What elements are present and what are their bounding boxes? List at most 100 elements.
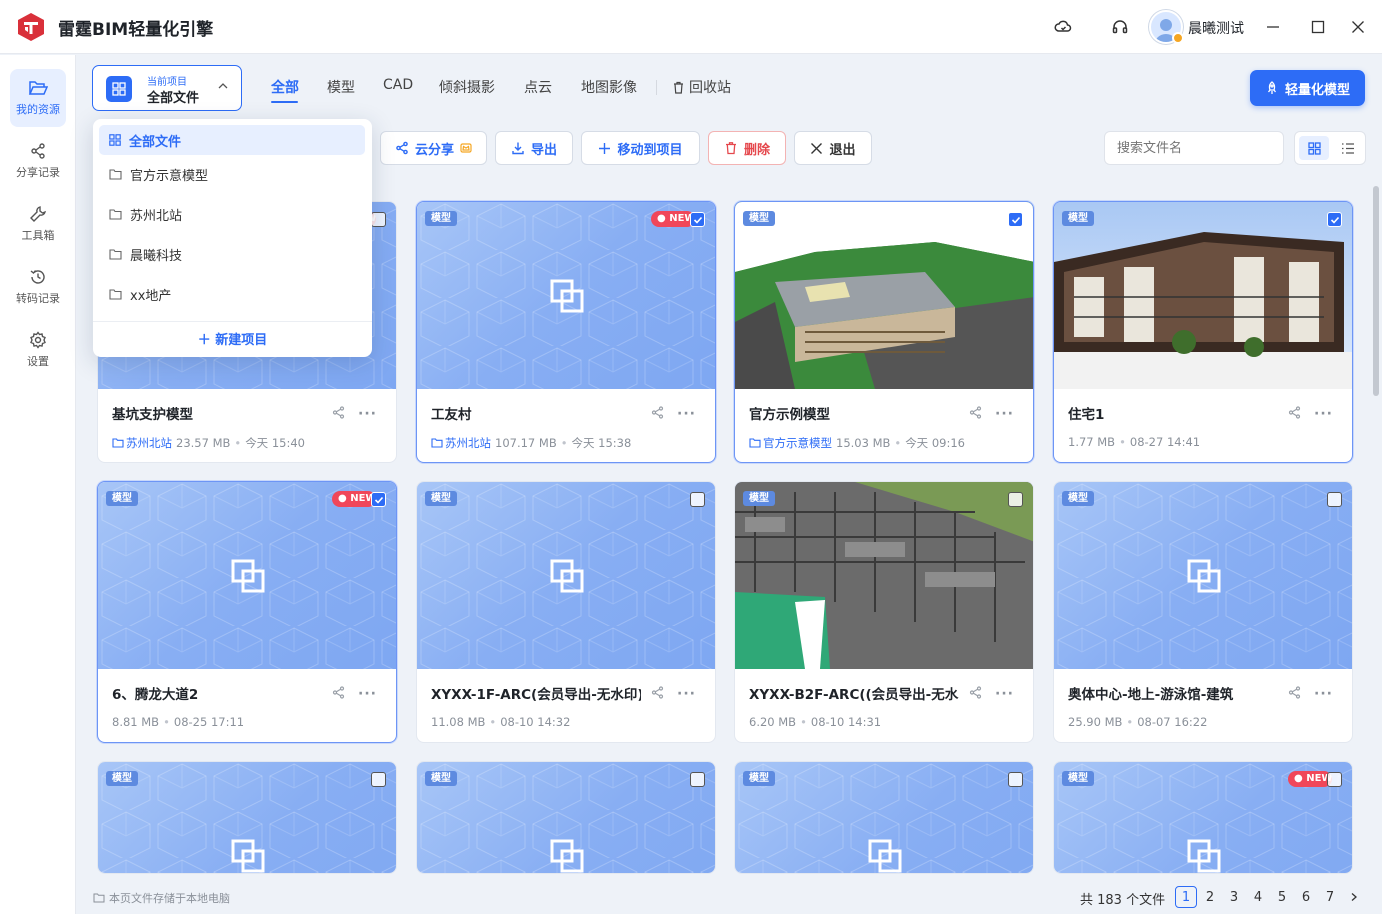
file-title[interactable]: 官方示例模型 <box>749 403 959 423</box>
share-icon[interactable] <box>1288 686 1301 699</box>
file-thumbnail[interactable]: 模型 <box>1054 202 1352 389</box>
select-checkbox[interactable] <box>1327 772 1342 787</box>
sidebar-item-my-resources[interactable]: 我的资源 <box>10 69 66 127</box>
file-thumbnail[interactable]: 模型 <box>735 482 1033 669</box>
select-checkbox[interactable] <box>690 772 705 787</box>
tab-map-imagery[interactable]: 地图影像 <box>581 77 637 97</box>
sidebar-item-share-records[interactable]: 分享记录 <box>10 132 66 190</box>
share-icon[interactable] <box>969 406 982 419</box>
share-icon[interactable] <box>1288 406 1301 419</box>
file-project-link[interactable]: 苏州北站 <box>431 435 491 451</box>
select-checkbox[interactable] <box>690 212 705 227</box>
file-card[interactable]: 模型 XYXX-1F-ARC(会员导出-无水印) ··· 11.08 MB • 08-10… <box>416 481 716 743</box>
more-icon[interactable]: ··· <box>1314 406 1333 422</box>
tab-cad[interactable]: CAD <box>383 77 413 93</box>
file-thumbnail[interactable]: 模型 ● NEW <box>417 202 715 389</box>
tab-recycle-bin[interactable]: 回收站 <box>672 77 731 97</box>
grid-view-button[interactable] <box>1299 136 1329 160</box>
username[interactable]: 晨曦测试 <box>1188 18 1244 38</box>
more-icon[interactable]: ··· <box>995 406 1014 422</box>
project-selector[interactable]: 当前项目 全部文件 <box>92 65 242 111</box>
select-checkbox[interactable] <box>371 212 386 227</box>
new-project-button[interactable]: ＋ 新建项目 <box>93 329 372 348</box>
select-checkbox[interactable] <box>1008 492 1023 507</box>
file-card[interactable]: 模型 ● NEW 6、腾龙大道2 ··· 8.81 MB • 08-25 17:11 <box>97 481 397 743</box>
file-card[interactable]: 模型 XYXX-B2F-ARC((会员导出-无水印) ··· 6.20 MB • 08-1… <box>734 481 1034 743</box>
export-button[interactable]: 导出 <box>495 131 573 165</box>
scrollbar[interactable] <box>1373 186 1379 396</box>
file-thumbnail[interactable]: 模型 <box>735 762 1033 873</box>
file-thumbnail[interactable]: 模型 <box>1054 482 1352 669</box>
share-icon[interactable] <box>332 406 345 419</box>
file-thumbnail[interactable]: 模型 ● NEW <box>98 482 396 669</box>
dropdown-item-xx-real-estate[interactable]: xx地产 <box>99 279 365 309</box>
page-6[interactable]: 6 <box>1295 886 1317 908</box>
more-icon[interactable]: ··· <box>358 406 377 422</box>
more-icon[interactable]: ··· <box>358 686 377 702</box>
file-title[interactable]: 住宅1 <box>1068 403 1278 423</box>
sidebar-item-settings[interactable]: 设置 <box>10 321 66 379</box>
share-icon[interactable] <box>651 406 664 419</box>
share-icon[interactable] <box>651 686 664 699</box>
dropdown-item-chenxi-tech[interactable]: 晨曦科技 <box>99 239 365 269</box>
exit-button[interactable]: 退出 <box>794 131 872 165</box>
more-icon[interactable]: ··· <box>677 686 696 702</box>
file-card[interactable]: 模型 住宅1 ··· 1.77 MB • 08-27 14:41 <box>1053 201 1353 463</box>
file-card[interactable]: 模型 ● NEW 工友村 ··· 苏州北站 107.17 MB • 今天 15:38 <box>416 201 716 463</box>
file-card[interactable]: 模型 奥体中心-地上-游泳馆-建筑 ··· 25.90 MB • 08-07 16:22 <box>1053 481 1353 743</box>
file-title[interactable]: 基坑支护模型 <box>112 403 322 423</box>
page-2[interactable]: 2 <box>1199 886 1221 908</box>
file-thumbnail[interactable]: 模型 ● NEW <box>1054 762 1352 873</box>
next-page-button[interactable] <box>1343 886 1365 908</box>
close-icon[interactable] <box>1347 16 1369 38</box>
file-project-link[interactable]: 官方示意模型 <box>749 435 832 451</box>
file-title[interactable]: 6、腾龙大道2 <box>112 683 322 703</box>
more-icon[interactable]: ··· <box>677 406 696 422</box>
select-checkbox[interactable] <box>1327 212 1342 227</box>
select-checkbox[interactable] <box>1327 492 1342 507</box>
select-checkbox[interactable] <box>690 492 705 507</box>
cloud-sync-icon[interactable] <box>1052 16 1074 38</box>
select-checkbox[interactable] <box>371 492 386 507</box>
dropdown-item-suzhou-north[interactable]: 苏州北站 <box>99 199 365 229</box>
select-checkbox[interactable] <box>371 772 386 787</box>
page-3[interactable]: 3 <box>1223 886 1245 908</box>
file-thumbnail[interactable]: 模型 <box>735 202 1033 389</box>
share-icon[interactable] <box>332 686 345 699</box>
page-4[interactable]: 4 <box>1247 886 1269 908</box>
page-5[interactable]: 5 <box>1271 886 1293 908</box>
tab-all[interactable]: 全部 <box>271 77 299 97</box>
sidebar-item-transcode-records[interactable]: 转码记录 <box>10 258 66 316</box>
tab-oblique-photography[interactable]: 倾斜摄影 <box>439 77 495 97</box>
file-thumbnail[interactable]: 模型 <box>98 762 396 873</box>
file-card[interactable]: 模型 <box>416 761 716 874</box>
dropdown-item-official-models[interactable]: 官方示意模型 <box>99 159 365 189</box>
file-card[interactable]: 模型 <box>734 761 1034 874</box>
tab-point-cloud[interactable]: 点云 <box>524 77 552 97</box>
file-thumbnail[interactable]: 模型 <box>417 762 715 873</box>
headset-icon[interactable] <box>1109 16 1131 38</box>
search-input[interactable] <box>1104 131 1284 165</box>
file-title[interactable]: XYXX-B2F-ARC((会员导出-无水印) <box>749 683 959 703</box>
file-project-link[interactable]: 苏州北站 <box>112 435 172 451</box>
page-1[interactable]: 1 <box>1175 886 1197 908</box>
file-title[interactable]: 工友村 <box>431 403 641 423</box>
lightweight-model-button[interactable]: 轻量化模型 <box>1250 70 1365 106</box>
cloud-share-button[interactable]: 云分享 <box>380 131 487 165</box>
file-title[interactable]: 奥体中心-地上-游泳馆-建筑 <box>1068 683 1278 703</box>
move-to-project-button[interactable]: 移动到项目 <box>581 131 700 165</box>
file-card[interactable]: 模型 官方示例模型 ··· 官方示意模型 15.03 MB • 今天 09:16 <box>734 201 1034 463</box>
sidebar-item-toolbox[interactable]: 工具箱 <box>10 195 66 253</box>
file-title[interactable]: XYXX-1F-ARC(会员导出-无水印) <box>431 683 641 703</box>
select-checkbox[interactable] <box>1008 212 1023 227</box>
file-card[interactable]: 模型 <box>97 761 397 874</box>
more-icon[interactable]: ··· <box>1314 686 1333 702</box>
file-card[interactable]: 模型 ● NEW <box>1053 761 1353 874</box>
maximize-icon[interactable] <box>1307 16 1329 38</box>
select-checkbox[interactable] <box>1008 772 1023 787</box>
page-7[interactable]: 7 <box>1319 886 1341 908</box>
file-thumbnail[interactable]: 模型 <box>417 482 715 669</box>
minimize-icon[interactable] <box>1262 16 1284 38</box>
dropdown-item-all-files[interactable]: 全部文件 <box>99 125 365 155</box>
tab-model[interactable]: 模型 <box>327 77 355 97</box>
